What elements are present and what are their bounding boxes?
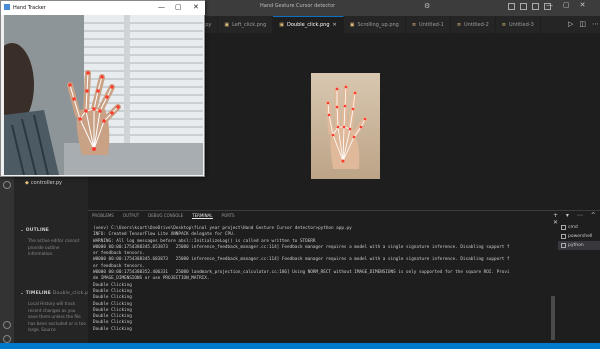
- terminal-item-python[interactable]: python: [558, 241, 600, 250]
- timeline-message: Local History will track recent changes …: [28, 301, 86, 332]
- text-file-icon: ≡: [456, 21, 462, 28]
- terminal-icon: [561, 225, 566, 230]
- timeline-heading: TIMELINE: [25, 291, 52, 296]
- minimize-button[interactable]: —: [158, 3, 165, 11]
- activity-bar: [0, 175, 14, 349]
- terminal-label: python: [568, 243, 584, 248]
- tab-output[interactable]: OUTPUT: [123, 213, 139, 219]
- explorer-file-controller[interactable]: ◆ controller.py: [25, 180, 62, 186]
- tab-label: Double_click.png: [287, 22, 330, 28]
- editor-tabbar: ain.py ▣ Left_click.png ▣ Double_click.p…: [190, 16, 600, 33]
- hand-landmarks-preview: [325, 84, 368, 169]
- tab-untitled-3[interactable]: ≡ Untitled-3: [496, 16, 541, 33]
- close-button[interactable]: ✕: [193, 3, 199, 11]
- outline-message: The active editor cannot provide outline…: [28, 238, 80, 256]
- tab-label: Left_click.png: [232, 21, 267, 28]
- terminal-output[interactable]: (venv) C:\Users\ksart\OneDrive\Desktop\f…: [93, 226, 553, 333]
- tab-untitled-2[interactable]: ≡ Untitled-2: [451, 16, 496, 33]
- editor-area: [232, 33, 600, 210]
- outline-section-header[interactable]: ⌄ OUTLINE: [20, 228, 49, 233]
- terminal-item-powershell[interactable]: powershell: [558, 232, 600, 241]
- terminal-icon: [561, 234, 566, 239]
- image-file-icon: ▣: [279, 22, 285, 28]
- tab-scrolling-up[interactable]: ▣ Scrolling_up.png: [344, 16, 406, 33]
- image-preview: [311, 73, 380, 179]
- maximize-button[interactable]: ▢: [175, 3, 182, 11]
- layout-controls: [508, 3, 551, 10]
- image-file-icon: ▣: [349, 21, 355, 28]
- tab-label: Untitled-1: [419, 21, 444, 28]
- outline-heading: OUTLINE: [25, 228, 50, 233]
- terminal-icon: [561, 243, 566, 248]
- text-file-icon: ≡: [501, 21, 506, 28]
- terminal-scrollbar[interactable]: [551, 296, 555, 340]
- hand-tracker-window[interactable]: Hand Tracker — ▢ ✕: [0, 0, 205, 177]
- tab-label: Scrolling_up.png: [357, 21, 399, 28]
- terminal-line: W0000 00:00:1754388345.653873 25080 infe…: [93, 244, 510, 250]
- tab-label: Untitled-2: [464, 21, 489, 28]
- layout-sidebar-icon[interactable]: [508, 3, 515, 10]
- minimize-button[interactable]: —: [546, 1, 553, 9]
- app-icon: [4, 4, 10, 10]
- terminal-line: Double Clicking: [93, 326, 132, 332]
- layout-split-icon[interactable]: [532, 3, 539, 10]
- camera-feed: [4, 15, 203, 175]
- maximize-button[interactable]: ▢: [563, 1, 570, 9]
- terminal-line: W0000 00:00:1754388345.683873 25080 infe…: [93, 257, 510, 263]
- panel-tabs: PROBLEMS OUTPUT DEBUG CONSOLE TERMINAL P…: [92, 213, 235, 219]
- hand-tracker-titlebar[interactable]: Hand Tracker — ▢ ✕: [1, 1, 205, 15]
- close-button[interactable]: ✕: [580, 1, 586, 9]
- terminal-label: powershell: [568, 234, 593, 239]
- tab-problems[interactable]: PROBLEMS: [92, 213, 114, 219]
- split-editor-icon[interactable]: ◫: [579, 20, 586, 28]
- tab-left-click[interactable]: ▣ Left_click.png: [218, 16, 274, 33]
- more-actions-icon[interactable]: ⋯: [592, 20, 599, 28]
- tab-debug-console[interactable]: DEBUG CONSOLE: [148, 213, 183, 219]
- account-icon[interactable]: [3, 321, 11, 329]
- camera-feed-image: [4, 15, 203, 175]
- explorer-icon[interactable]: [3, 181, 11, 189]
- python-file-icon: ◆: [25, 180, 29, 186]
- tab-double-click[interactable]: ▣ Double_click.png ✕: [273, 16, 344, 33]
- timeline-section-header[interactable]: ⌄ TIMELINE Double_click.png: [20, 291, 94, 296]
- terminal-list: cmd powershell python: [558, 223, 600, 250]
- tab-label: Untitled-3: [508, 21, 534, 28]
- image-file-icon: ▣: [224, 21, 230, 28]
- hand-tracker-title: Hand Tracker: [13, 5, 46, 11]
- run-icon[interactable]: ▷: [568, 20, 573, 28]
- vscode-window-controls: — ▢ ✕: [546, 1, 586, 9]
- tab-ports[interactable]: PORTS: [222, 213, 235, 219]
- status-bar: [0, 343, 600, 349]
- tab-untitled-1[interactable]: ≡ Untitled-1: [406, 16, 451, 33]
- gear-icon[interactable]: ⚙: [424, 2, 430, 10]
- settings-gear-icon[interactable]: [3, 335, 11, 343]
- editor-actions: ▷ ◫ ⋯: [568, 20, 599, 28]
- layout-panel-icon[interactable]: [520, 3, 527, 10]
- terminal-label: cmd: [568, 225, 578, 230]
- terminal-item-cmd[interactable]: cmd: [558, 223, 600, 232]
- window-title: Hand Gesture Cursor detector: [260, 3, 336, 9]
- tab-terminal[interactable]: TERMINAL: [192, 213, 213, 219]
- close-icon[interactable]: ✕: [333, 22, 337, 28]
- file-label: controller.py: [30, 180, 62, 186]
- text-file-icon: ≡: [411, 21, 417, 28]
